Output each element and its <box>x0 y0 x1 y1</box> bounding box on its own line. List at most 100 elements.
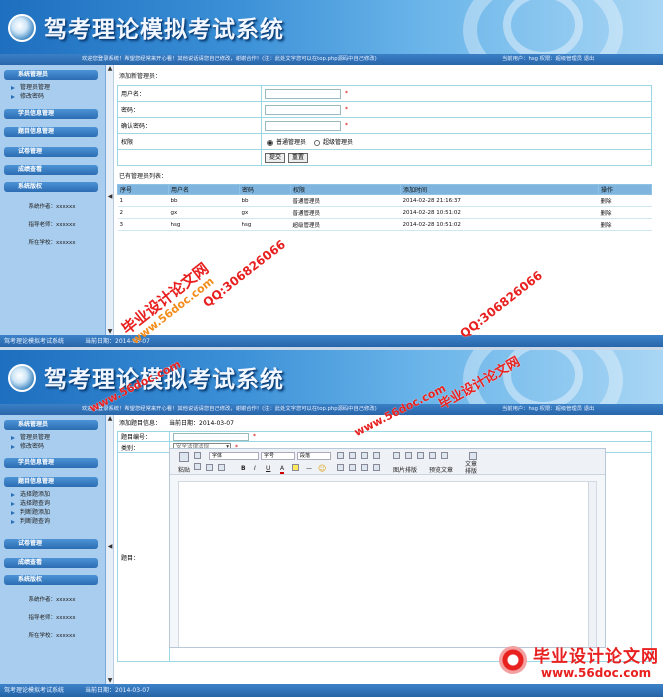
admin-list-label: 已有管理员列表： <box>119 173 168 180</box>
confirm-password-input[interactable] <box>265 120 341 131</box>
underline-button[interactable]: U <box>266 465 270 472</box>
footer-title: 驾考理论模拟考试系统 <box>4 338 65 345</box>
redo-icon[interactable] <box>218 464 225 471</box>
watermark-site-large: www.56doc.com <box>541 666 652 680</box>
undo-icon[interactable] <box>206 464 213 471</box>
media-icon[interactable] <box>417 452 424 459</box>
highlight-icon[interactable] <box>292 464 299 471</box>
required-star: * <box>345 122 348 129</box>
menu-system-admin[interactable]: 系统管理员 <box>4 70 98 80</box>
delete-link[interactable]: 删除 <box>598 218 652 231</box>
table-row: 2 gx gx 普通管理员 2014-02-28 10:51:02 删除 <box>117 206 652 219</box>
sub-change-password[interactable]: 修改密码 <box>11 92 44 101</box>
scroll-up-icon[interactable]: ▲ <box>107 415 113 422</box>
menu-copyright[interactable]: 系统版权 <box>4 182 98 192</box>
outdent-icon[interactable] <box>361 452 368 459</box>
submit-button[interactable]: 提交 <box>265 152 286 163</box>
italic-button[interactable]: I <box>254 465 256 472</box>
font-size-select[interactable]: 字号 <box>261 452 295 460</box>
question-code-input[interactable] <box>173 432 249 441</box>
image-layout-button[interactable]: 图片排版 <box>393 465 417 474</box>
editor-scrollbar[interactable] <box>588 482 596 647</box>
scroll-down-icon[interactable]: ▼ <box>107 328 113 335</box>
link-icon[interactable] <box>441 452 448 459</box>
sidebar-splitter[interactable]: ▲ ◀ ▼ <box>106 415 114 684</box>
footer-date: 当前日期：2014-03-07 <box>85 687 150 694</box>
perm-super-radio[interactable] <box>313 139 320 146</box>
menu-question-info[interactable]: 题目信息管理 <box>4 127 98 137</box>
username-label: 用户名： <box>117 85 262 102</box>
author-info: 系统作者：xxxxxx <box>28 597 76 603</box>
screenshot-admin-management: 驾考理论模拟考试系统 欢迎您登录系统！希望您经常来开心看！其他说话请您自己修改，… <box>0 0 663 348</box>
font-family-select[interactable]: 字体 <box>209 452 259 460</box>
flash-icon[interactable] <box>405 452 412 459</box>
menu-student-info[interactable]: 学员信息管理 <box>4 109 98 119</box>
scroll-down-icon[interactable]: ▼ <box>107 677 113 684</box>
perm-normal-radio[interactable] <box>267 139 273 146</box>
collapse-left-icon[interactable]: ◀ <box>107 193 113 200</box>
paste-button[interactable]: 粘贴 <box>178 465 190 474</box>
sidebar-splitter[interactable]: ▲ ◀ ▼ <box>106 65 114 335</box>
align-left-icon[interactable] <box>337 464 344 471</box>
menu-question-info[interactable]: 题目信息管理 <box>4 477 98 487</box>
sub-choice-query[interactable]: 选择题查询 <box>11 499 50 508</box>
menu-system-admin[interactable]: 系统管理员 <box>4 420 98 430</box>
collapse-left-icon[interactable]: ◀ <box>107 543 113 550</box>
menu-score-view[interactable]: 成绩查看 <box>4 558 98 568</box>
sub-admin-manage[interactable]: 管理员管理 <box>11 83 50 92</box>
paragraph-select[interactable]: 段落 <box>297 452 331 460</box>
col-username: 用户名 <box>168 184 240 195</box>
sub-change-password[interactable]: 修改密码 <box>11 442 44 451</box>
username-input[interactable] <box>265 88 341 99</box>
sub-choice-add[interactable]: 选择题添加 <box>11 490 50 499</box>
required-star: * <box>345 90 348 97</box>
bold-button[interactable]: B <box>241 465 246 472</box>
horizontal-rule-button[interactable]: — <box>306 465 312 472</box>
indent-icon[interactable] <box>373 452 380 459</box>
menu-exam-paper[interactable]: 试卷管理 <box>4 147 98 157</box>
editor-canvas[interactable] <box>178 481 597 647</box>
preset-layout-button[interactable]: 预览文章 <box>429 465 453 474</box>
sub-judge-add[interactable]: 判断题添加 <box>11 508 50 517</box>
app-title: 驾考理论模拟考试系统 <box>44 16 284 43</box>
current-user-info[interactable]: 当前用户：hsg 权限：超级管理员 退出 <box>502 54 594 65</box>
watermark-logo-block: 毕业设计论文网 www.56doc.com <box>497 632 663 697</box>
notice-bar: 欢迎您登录系统！希望您经常来开心看！其他说话请您自己修改，谢谢合作！(注：此处文… <box>0 54 663 65</box>
menu-student-info[interactable]: 学员信息管理 <box>4 458 98 468</box>
text-layout-button[interactable]: 文章排版 <box>464 461 478 475</box>
image-icon[interactable] <box>393 452 400 459</box>
table-icon[interactable] <box>429 452 436 459</box>
question-code-label: 题目编号： <box>117 431 170 442</box>
menu-exam-paper[interactable]: 试卷管理 <box>4 539 98 549</box>
font-color-button[interactable]: A <box>280 465 285 474</box>
copy-icon[interactable] <box>194 463 201 470</box>
table-cell: gx <box>168 206 240 219</box>
paste-icon[interactable] <box>179 452 189 462</box>
scroll-up-icon[interactable]: ▲ <box>107 65 113 72</box>
emoticon-button[interactable]: ☺ <box>318 464 326 473</box>
text-layout-icon[interactable] <box>469 452 477 460</box>
password-input[interactable] <box>265 104 341 115</box>
col-password: 密码 <box>239 184 291 195</box>
delete-link[interactable]: 删除 <box>598 206 652 219</box>
watermark-brand-large: 毕业设计论文网 <box>533 647 659 667</box>
menu-score-view[interactable]: 成绩查看 <box>4 165 98 175</box>
current-user-info[interactable]: 当前用户：hsg 权限：超级管理员 退出 <box>502 404 594 415</box>
add-admin-form: 用户名： * 密码： * 确认密码： * 权限 普通管理员 超级管理员 提交 重置 <box>117 85 652 166</box>
cut-icon[interactable] <box>194 452 201 459</box>
unordered-list-icon[interactable] <box>349 452 356 459</box>
editor-toolbar: 粘贴 字体 字号 段落 B I U A — ☺ 图片排版 预览文章 文章排版 <box>170 449 605 475</box>
table-row: 1 bb bb 普通管理员 2014-02-28 21:16:37 删除 <box>117 194 652 207</box>
reset-button[interactable]: 重置 <box>288 152 309 163</box>
table-cell: 2014-02-28 21:16:37 <box>400 194 599 207</box>
question-type-label: 类别： <box>117 441 170 453</box>
sub-judge-query[interactable]: 判断题查询 <box>11 517 50 526</box>
delete-link[interactable]: 删除 <box>598 194 652 207</box>
align-justify-icon[interactable] <box>373 464 380 471</box>
align-right-icon[interactable] <box>361 464 368 471</box>
ordered-list-icon[interactable] <box>337 452 344 459</box>
align-center-icon[interactable] <box>349 464 356 471</box>
password-label: 密码： <box>117 101 262 118</box>
sub-admin-manage[interactable]: 管理员管理 <box>11 433 50 442</box>
menu-copyright[interactable]: 系统版权 <box>4 575 98 585</box>
